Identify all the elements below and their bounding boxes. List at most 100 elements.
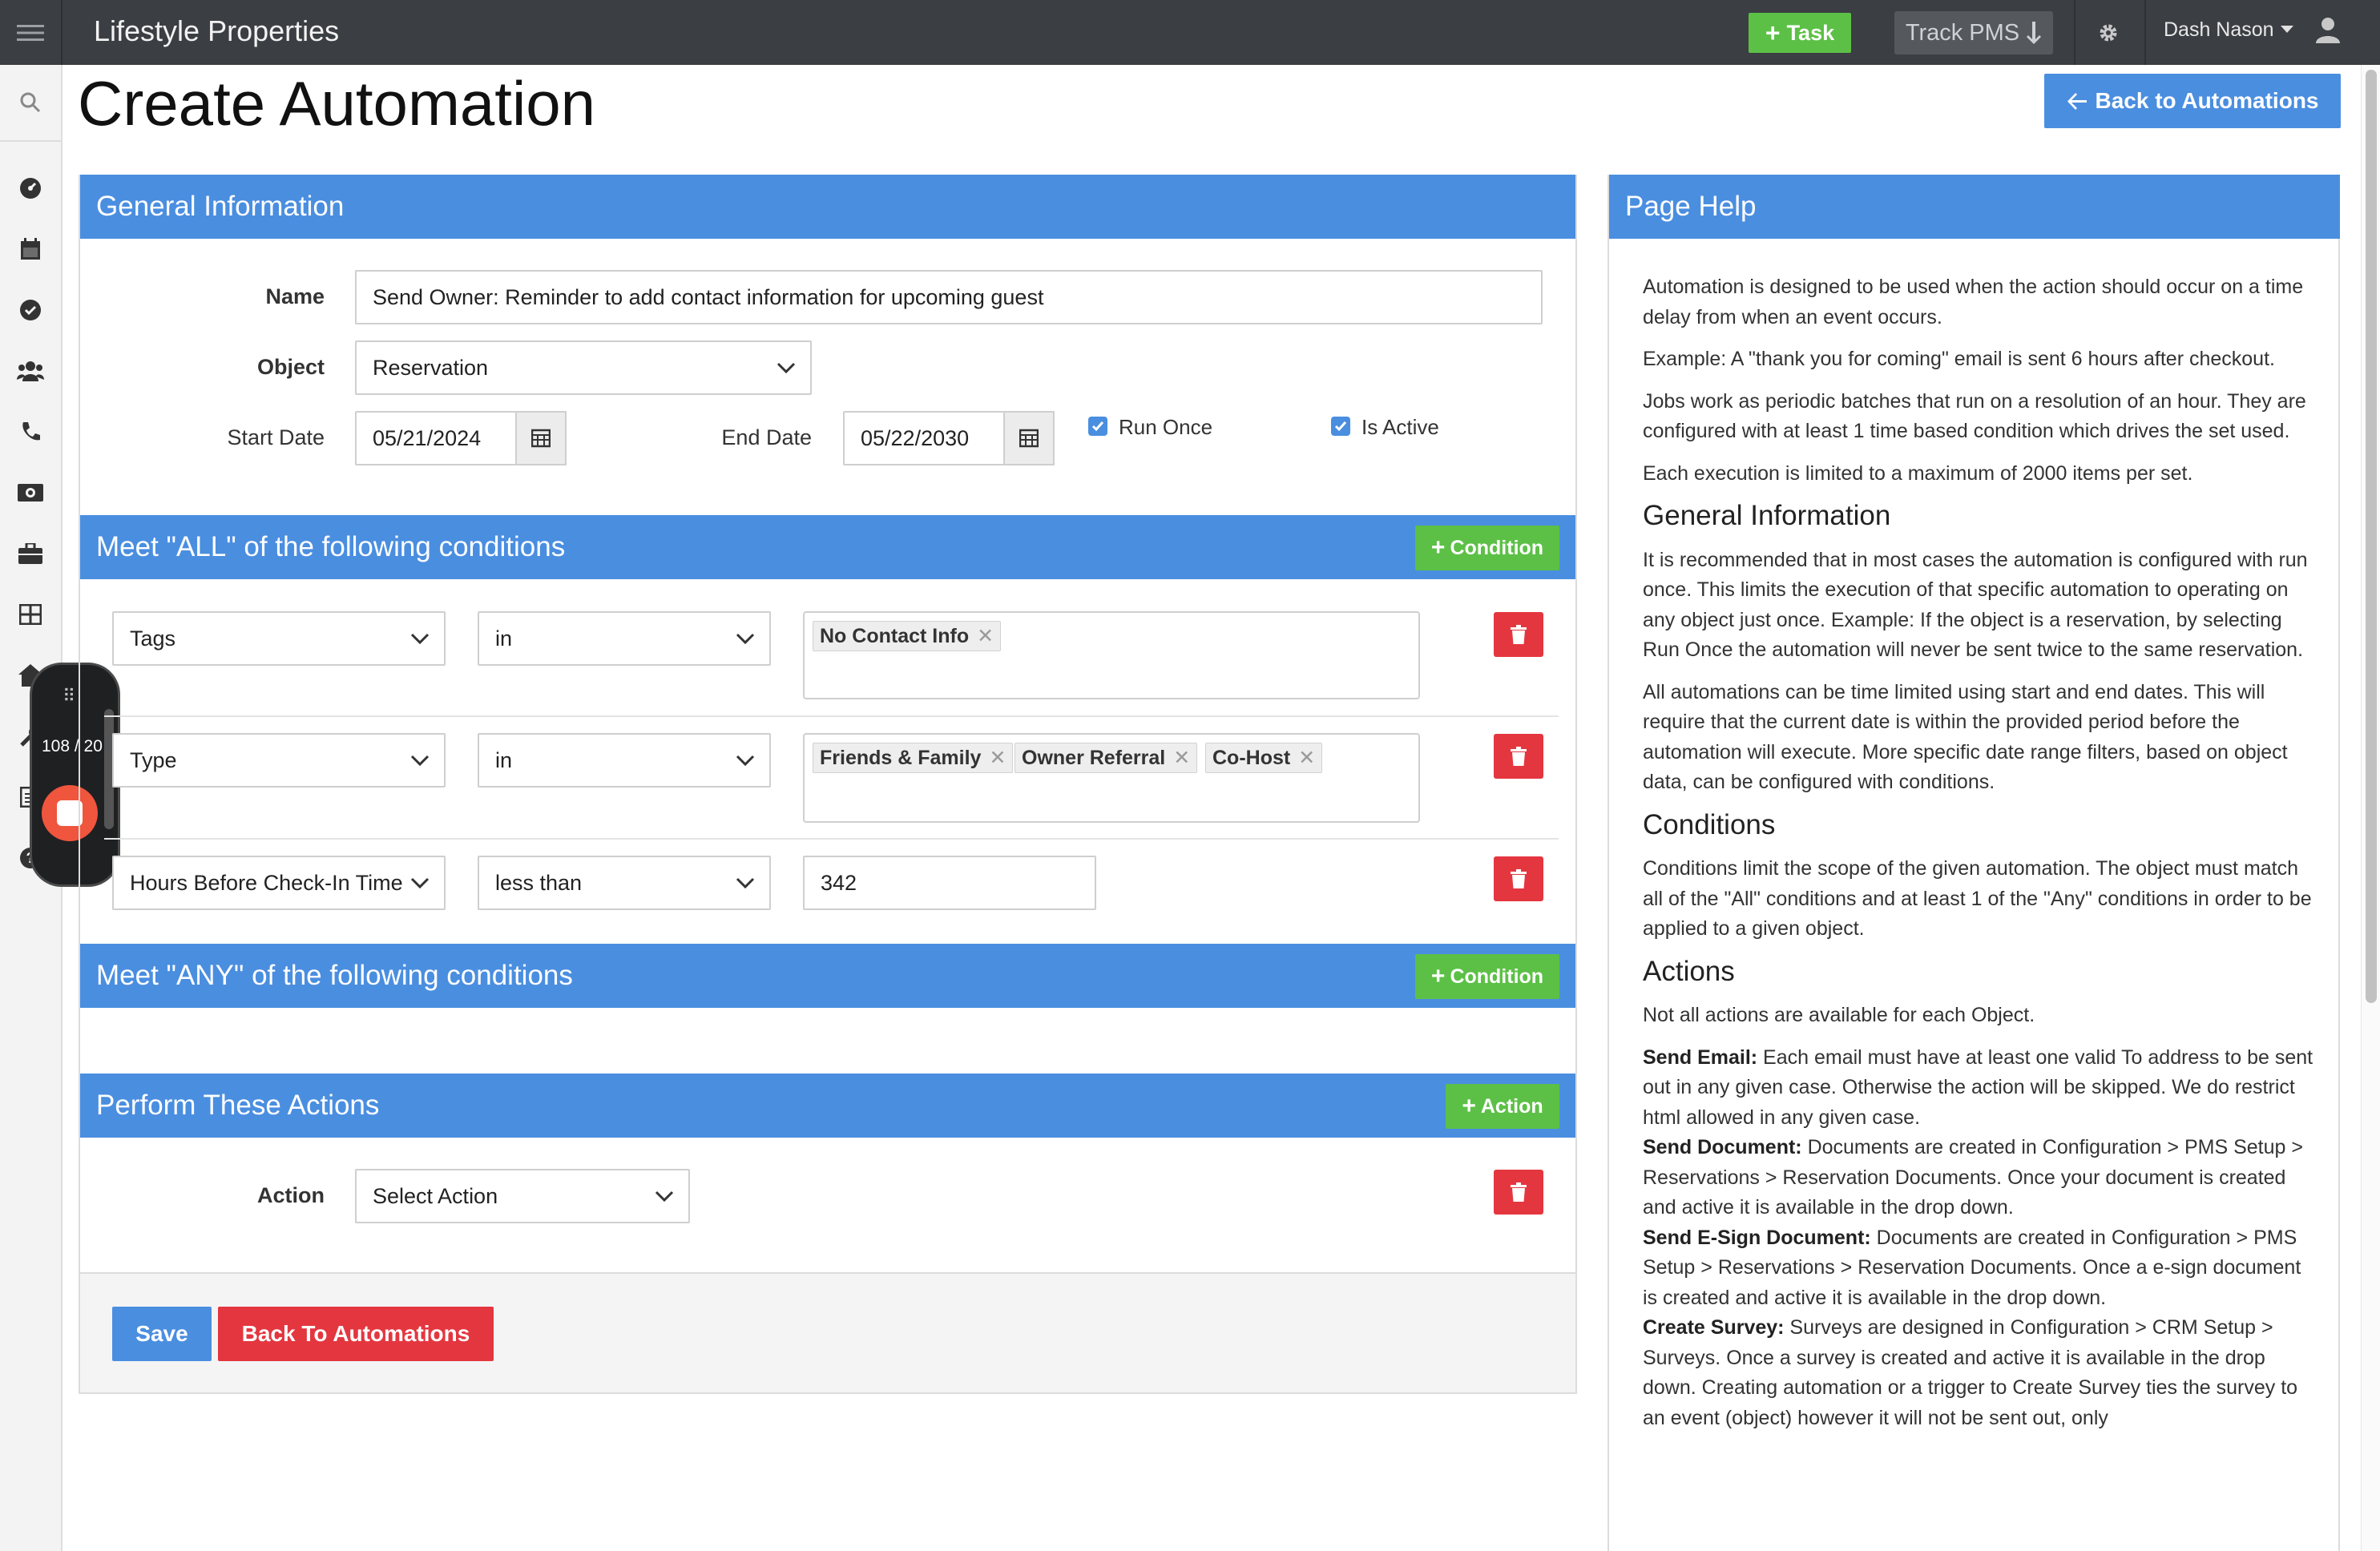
navbar-divider bbox=[2144, 0, 2146, 65]
trash-icon bbox=[1511, 747, 1527, 766]
delete-condition-button[interactable] bbox=[1494, 734, 1543, 779]
page-title: Create Automation bbox=[78, 68, 596, 139]
plus-icon: + bbox=[1430, 963, 1446, 989]
condition-field-select[interactable]: Tags bbox=[112, 611, 446, 666]
tag-chip-label: No Contact Info bbox=[820, 624, 970, 647]
track-pms-button[interactable]: Track PMS bbox=[1894, 11, 2053, 54]
action-label: Action bbox=[257, 1183, 325, 1207]
condition-field-select[interactable]: Hours Before Check-In Time bbox=[112, 856, 446, 910]
condition-operator-value: in bbox=[495, 626, 513, 651]
start-date-calendar-button[interactable] bbox=[515, 411, 567, 465]
help-term: Send Document: bbox=[1643, 1136, 1802, 1158]
sidebar-item-jobs[interactable] bbox=[0, 538, 61, 570]
help-paragraph: Not all actions are available for each O… bbox=[1643, 1004, 2035, 1026]
action-selected-value: Select Action bbox=[373, 1183, 498, 1208]
money-icon bbox=[18, 484, 43, 502]
help-send-document: Send Document: Documents are created in … bbox=[1643, 1133, 2316, 1223]
menu-toggle-button[interactable] bbox=[0, 0, 63, 65]
table-icon bbox=[19, 604, 42, 625]
back-to-automations-top-button[interactable]: Back to Automations bbox=[2044, 74, 2341, 128]
sidebar-item-billing[interactable] bbox=[0, 477, 61, 509]
sidebar-item-calls[interactable] bbox=[0, 416, 61, 448]
help-term: Create Survey: bbox=[1643, 1316, 1785, 1339]
end-date-calendar-button[interactable] bbox=[1003, 411, 1055, 465]
condition-operator-value: in bbox=[495, 747, 513, 772]
scrollbar-thumb[interactable] bbox=[2366, 70, 2377, 1003]
sidebar-item-dashboard[interactable] bbox=[0, 172, 61, 204]
delete-action-button[interactable] bbox=[1494, 1170, 1543, 1215]
back-to-automations-button[interactable]: Back To Automations bbox=[218, 1307, 494, 1361]
settings-button[interactable] bbox=[2090, 14, 2127, 51]
user-menu[interactable]: Dash Nason bbox=[2164, 16, 2342, 43]
drag-handle-icon[interactable]: ⠿ bbox=[63, 686, 77, 707]
gear-icon bbox=[2100, 24, 2117, 42]
start-date-input[interactable]: 05/21/2024 bbox=[355, 411, 517, 465]
add-action-button[interactable]: + Action bbox=[1446, 1084, 1559, 1129]
object-select[interactable]: Reservation bbox=[355, 340, 812, 395]
remove-tag-icon[interactable]: ✕ bbox=[989, 746, 1006, 770]
remove-tag-icon[interactable]: ✕ bbox=[1298, 746, 1315, 770]
sidebar-item-tasks[interactable] bbox=[0, 294, 61, 326]
delete-condition-button[interactable] bbox=[1494, 856, 1543, 901]
trash-icon bbox=[1511, 1182, 1527, 1202]
sidebar-item-contacts[interactable] bbox=[0, 355, 61, 387]
add-action-label: Action bbox=[1480, 1094, 1543, 1118]
checkmark-icon bbox=[1334, 421, 1347, 432]
users-icon bbox=[17, 361, 44, 381]
end-date-input[interactable]: 05/22/2030 bbox=[843, 411, 1005, 465]
help-paragraph: Automation is designed to be used when t… bbox=[1643, 276, 2304, 328]
is-active-label[interactable]: Is Active bbox=[1361, 415, 1439, 440]
condition-operator-select[interactable]: in bbox=[478, 733, 771, 788]
is-active-checkbox[interactable] bbox=[1331, 417, 1350, 436]
plus-icon: + bbox=[1462, 1093, 1476, 1119]
help-paragraph: It is recommended that in most cases the… bbox=[1643, 548, 2308, 662]
help-paragraph: Jobs work as periodic batches that run o… bbox=[1643, 389, 2306, 443]
tag-chip: Owner Referral ✕ bbox=[1015, 743, 1198, 773]
condition-field-value: Hours Before Check-In Time bbox=[130, 870, 403, 895]
chevron-down-icon bbox=[736, 633, 755, 645]
name-input[interactable]: Send Owner: Reminder to add contact info… bbox=[355, 270, 1543, 324]
condition-operator-select[interactable]: in bbox=[478, 611, 771, 666]
condition-field-select[interactable]: Type bbox=[112, 733, 446, 788]
sidebar-search[interactable] bbox=[0, 65, 61, 142]
action-select[interactable]: Select Action bbox=[355, 1169, 690, 1223]
sidebar-item-calendar[interactable] bbox=[0, 233, 61, 265]
chevron-down-icon bbox=[410, 877, 430, 889]
trash-icon bbox=[1511, 869, 1527, 888]
calendar-icon bbox=[21, 238, 40, 260]
search-icon bbox=[20, 92, 41, 113]
chevron-down-icon bbox=[777, 362, 796, 374]
plus-icon: + bbox=[1765, 18, 1781, 47]
page-help-body: Automation is designed to be used when t… bbox=[1643, 272, 2316, 1433]
sidebar-item-grid[interactable] bbox=[0, 598, 61, 630]
check-circle-icon bbox=[20, 300, 41, 320]
briefcase-icon bbox=[18, 543, 42, 564]
help-create-survey: Create Survey: Surveys are designed in C… bbox=[1643, 1313, 2316, 1433]
arrow-down-icon bbox=[2027, 22, 2042, 44]
start-date-label: Start Date bbox=[227, 425, 325, 449]
general-information-title: General Information bbox=[96, 191, 345, 222]
all-conditions-header: Meet "ALL" of the following conditions bbox=[80, 515, 1575, 579]
brand-name[interactable]: Lifestyle Properties bbox=[94, 14, 339, 48]
run-once-label[interactable]: Run Once bbox=[1119, 415, 1212, 440]
add-condition-label: Condition bbox=[1450, 965, 1544, 988]
add-all-condition-button[interactable]: + Condition bbox=[1415, 526, 1559, 570]
condition-operator-select[interactable]: less than bbox=[478, 856, 771, 910]
add-any-condition-button[interactable]: + Condition bbox=[1415, 954, 1559, 999]
remove-tag-icon[interactable]: ✕ bbox=[1173, 746, 1190, 770]
help-term: Send E-Sign Document: bbox=[1643, 1226, 1871, 1249]
add-task-button[interactable]: + Task bbox=[1749, 13, 1851, 53]
help-term: Send Email: bbox=[1643, 1045, 1758, 1069]
delete-condition-button[interactable] bbox=[1494, 612, 1543, 657]
add-condition-label: Condition bbox=[1450, 536, 1544, 559]
save-button[interactable]: Save bbox=[112, 1307, 212, 1361]
calendar-grid-icon bbox=[531, 429, 551, 448]
tag-chip: Co-Host ✕ bbox=[1205, 743, 1323, 773]
page-scrollbar[interactable] bbox=[2361, 65, 2380, 1551]
remove-tag-icon[interactable]: ✕ bbox=[977, 624, 994, 648]
condition-value-input[interactable]: 342 bbox=[803, 856, 1096, 910]
object-label: Object bbox=[256, 355, 325, 379]
page-help-title: Page Help bbox=[1625, 191, 1757, 222]
object-selected-value: Reservation bbox=[373, 355, 489, 380]
run-once-checkbox[interactable] bbox=[1088, 417, 1107, 436]
